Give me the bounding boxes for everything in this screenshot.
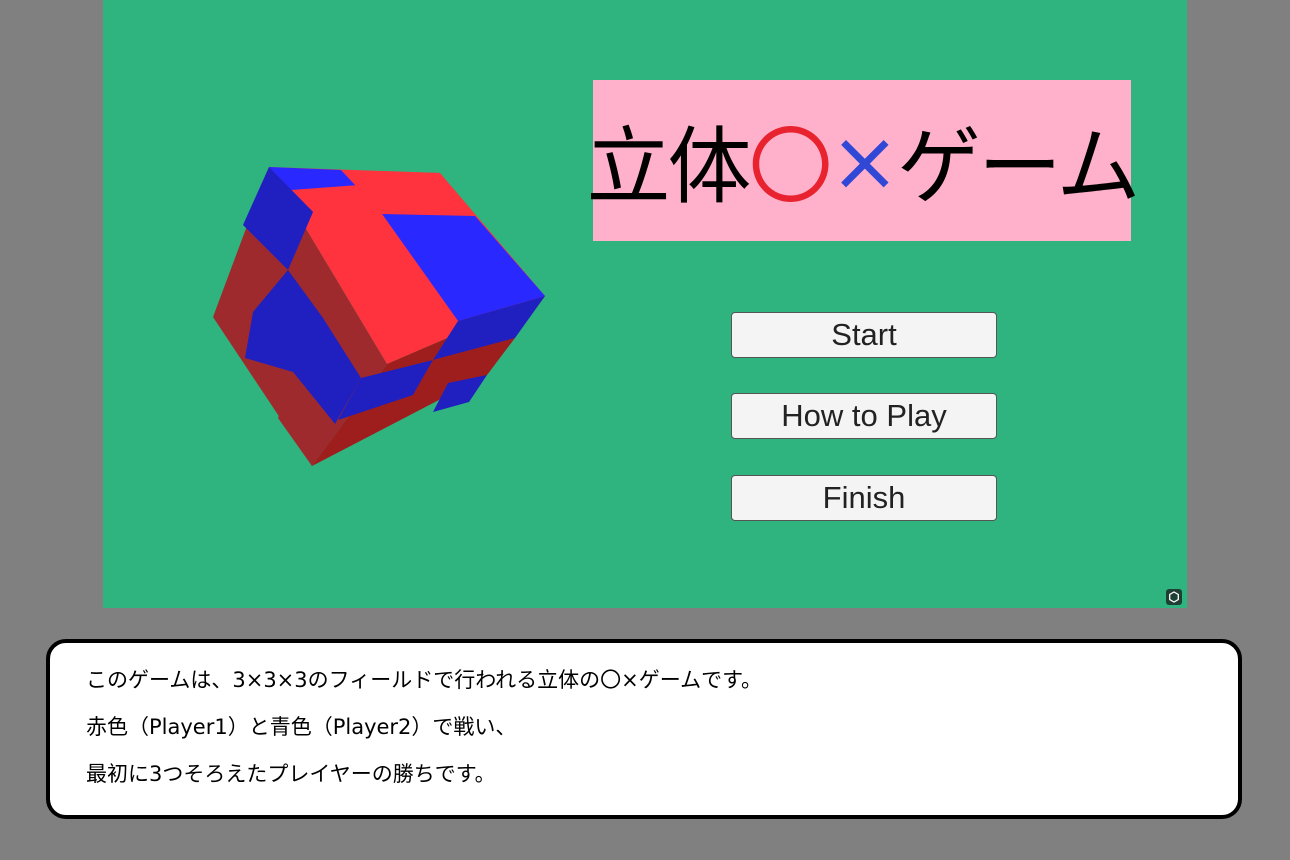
settings-icon-glyph bbox=[1169, 591, 1179, 603]
description-line-1: このゲームは、3×3×3のフィールドで行われる立体の〇×ゲームです。 bbox=[86, 668, 763, 692]
description-line-3: 最初に3つそろえたプレイヤーの勝ちです。 bbox=[86, 762, 496, 786]
cube-3d-model bbox=[213, 167, 545, 466]
title-prefix: 立体 bbox=[586, 118, 752, 216]
title-cross-mark: × bbox=[829, 111, 900, 210]
description-line-2: 赤色（Player1）と青色（Player2）で戦い、 bbox=[86, 715, 517, 739]
finish-button[interactable]: Finish bbox=[731, 475, 997, 521]
game-scene: 立体〇 × ゲーム Start How to Play Finish bbox=[103, 0, 1187, 608]
game-title: 立体〇 × ゲーム bbox=[587, 80, 1140, 241]
title-circle-mark: 〇 bbox=[748, 118, 833, 216]
start-button[interactable]: Start bbox=[731, 312, 997, 358]
settings-icon[interactable] bbox=[1166, 589, 1182, 605]
how-to-play-button[interactable]: How to Play bbox=[731, 393, 997, 439]
description-panel: このゲームは、3×3×3のフィールドで行われる立体の〇×ゲームです。 赤色（Pl… bbox=[46, 639, 1242, 819]
title-suffix: ゲーム bbox=[896, 118, 1140, 216]
